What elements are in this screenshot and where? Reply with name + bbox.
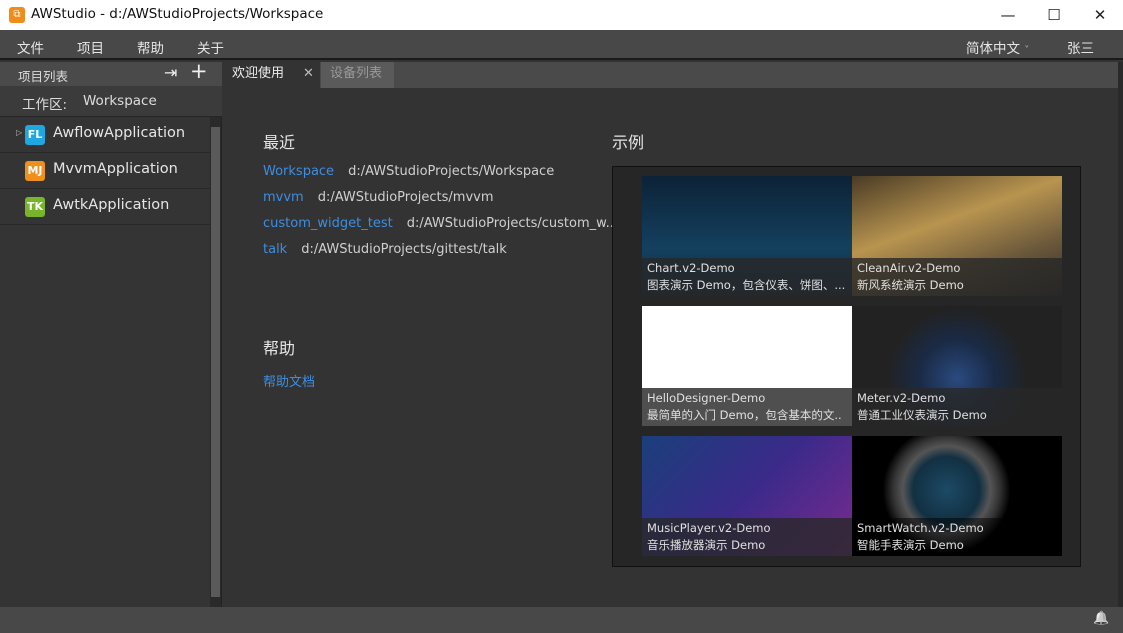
recent-path: d:/AWStudioProjects/Workspace — [348, 164, 555, 179]
app-logo-icon: ⧉ — [9, 7, 25, 23]
sidebar-title: 项目列表 — [18, 69, 69, 84]
project-item-mvvm[interactable]: MJ MvvmApplication — [0, 153, 210, 189]
project-item-awflow[interactable]: ▷ FL AwflowApplication — [0, 117, 210, 153]
menu-about[interactable]: 关于 — [197, 37, 224, 57]
example-desc: 图表演示 Demo，包含仪表、饼图、... — [647, 278, 846, 292]
language-select[interactable]: 简体中文 ˅ — [966, 37, 1029, 57]
tab-close-icon[interactable]: ✕ — [303, 62, 314, 86]
example-caption: CleanAir.v2-Demo 新风系统演示 Demo — [852, 258, 1062, 296]
recent-path: d:/AWStudioProjects/custom_w... — [406, 216, 618, 231]
project-badge: FL — [25, 125, 45, 145]
close-button[interactable]: ✕ — [1077, 0, 1123, 30]
expand-arrow-icon[interactable]: ▷ — [16, 128, 22, 137]
example-desc: 最简单的入门 Demo，包含基本的文.. — [647, 408, 842, 422]
example-name: Meter.v2-Demo — [857, 391, 946, 405]
main-scrollbar[interactable] — [1118, 62, 1123, 607]
workspace-row[interactable]: 工作区: Workspace — [0, 86, 222, 117]
example-card-smartwatch[interactable]: SmartWatch.v2-Demo 智能手表演示 Demo — [852, 436, 1062, 556]
menu-help[interactable]: 帮助 — [137, 37, 164, 57]
example-caption: HelloDesigner-Demo 最简单的入门 Demo，包含基本的文.. — [642, 388, 852, 426]
project-badge: MJ — [25, 161, 45, 181]
example-card-musicplayer[interactable]: MusicPlayer.v2-Demo 音乐播放器演示 Demo — [642, 436, 852, 556]
examples-title: 示例 — [612, 133, 645, 152]
project-badge: TK — [25, 197, 45, 217]
recent-name[interactable]: Workspace — [263, 164, 334, 179]
sidebar-header: 项目列表 ⇥ + — [0, 59, 222, 86]
menu-file[interactable]: 文件 — [17, 37, 44, 57]
example-desc: 音乐播放器演示 Demo — [647, 538, 766, 552]
tab-device-list[interactable]: 设备列表 — [321, 62, 394, 88]
tab-label: 欢迎使用 — [232, 66, 285, 81]
example-caption: MusicPlayer.v2-Demo 音乐播放器演示 Demo — [642, 518, 852, 556]
recent-name[interactable]: talk — [263, 242, 287, 257]
example-caption: SmartWatch.v2-Demo 智能手表演示 Demo — [852, 518, 1062, 556]
help-title: 帮助 — [263, 339, 296, 358]
chevron-down-icon: ˅ — [1024, 45, 1030, 56]
workspace-name: Workspace — [83, 93, 157, 109]
example-caption: Meter.v2-Demo 普通工业仪表演示 Demo — [852, 388, 1062, 426]
example-card-cleanair[interactable]: CleanAir.v2-Demo 新风系统演示 Demo — [852, 176, 1062, 296]
recent-item[interactable]: talk d:/AWStudioProjects/gittest/talk — [263, 242, 507, 257]
project-sidebar: 项目列表 ⇥ + 工作区: Workspace ▷ FL AwflowAppli… — [0, 59, 222, 607]
sidebar-scrollbar[interactable] — [210, 117, 221, 607]
example-name: SmartWatch.v2-Demo — [857, 521, 984, 535]
example-name: Chart.v2-Demo — [647, 261, 735, 275]
title-bar: ⧉ AWStudio - d:/AWStudioProjects/Workspa… — [0, 0, 1123, 30]
recent-path: d:/AWStudioProjects/mvvm — [317, 190, 494, 205]
example-desc: 智能手表演示 Demo — [857, 538, 964, 552]
recent-title: 最近 — [263, 133, 296, 152]
project-item-awtk[interactable]: TK AwtkApplication — [0, 189, 210, 225]
menu-project[interactable]: 项目 — [77, 37, 104, 57]
example-card-meter[interactable]: Meter.v2-Demo 普通工业仪表演示 Demo — [852, 306, 1062, 426]
example-card-hellodesigner[interactable]: HelloDesigner-Demo 最简单的入门 Demo，包含基本的文.. — [642, 306, 852, 426]
scrollbar-thumb[interactable] — [211, 127, 220, 597]
tab-welcome[interactable]: 欢迎使用 ✕ — [223, 62, 320, 88]
examples-panel: Chart.v2-Demo 图表演示 Demo，包含仪表、饼图、... Clean… — [612, 166, 1081, 567]
menu-bar: 文件 项目 帮助 关于 简体中文 ˅ 张三 — [0, 30, 1123, 60]
example-desc: 普通工业仪表演示 Demo — [857, 408, 987, 422]
recent-name[interactable]: custom_widget_test — [263, 216, 393, 231]
window-title: AWStudio - d:/AWStudioProjects/Workspace — [31, 6, 324, 22]
example-desc: 新风系统演示 Demo — [857, 278, 964, 292]
help-docs-link[interactable]: 帮助文档 — [263, 371, 315, 390]
add-project-icon[interactable]: + — [190, 59, 208, 83]
recent-item[interactable]: mvvm d:/AWStudioProjects/mvvm — [263, 190, 494, 205]
status-bar: 🔔 — [0, 607, 1123, 633]
example-name: CleanAir.v2-Demo — [857, 261, 961, 275]
example-name: MusicPlayer.v2-Demo — [647, 521, 771, 535]
maximize-button[interactable]: ☐ — [1031, 0, 1077, 30]
recent-item[interactable]: Workspace d:/AWStudioProjects/Workspace — [263, 164, 554, 179]
language-label: 简体中文 — [966, 41, 1020, 57]
tab-bar: 欢迎使用 ✕ 设备列表 — [223, 62, 1123, 88]
recent-item[interactable]: custom_widget_test d:/AWStudioProjects/cu… — [263, 216, 618, 231]
example-name: HelloDesigner-Demo — [647, 391, 766, 405]
example-caption: Chart.v2-Demo 图表演示 Demo，包含仪表、饼图、... — [642, 258, 852, 296]
project-name: AwflowApplication — [53, 125, 186, 141]
example-card-chart[interactable]: Chart.v2-Demo 图表演示 Demo，包含仪表、饼图、... — [642, 176, 852, 296]
bell-icon[interactable]: 🔔 — [1093, 611, 1109, 626]
recent-path: d:/AWStudioProjects/gittest/talk — [301, 242, 507, 257]
project-name: MvvmApplication — [53, 161, 178, 177]
minimize-button[interactable]: — — [985, 0, 1031, 30]
recent-name[interactable]: mvvm — [263, 190, 304, 205]
project-name: AwtkApplication — [53, 197, 170, 213]
import-project-icon[interactable]: ⇥ — [164, 63, 177, 82]
user-menu[interactable]: 张三 — [1067, 37, 1094, 57]
workspace-label: 工作区: — [22, 97, 68, 113]
